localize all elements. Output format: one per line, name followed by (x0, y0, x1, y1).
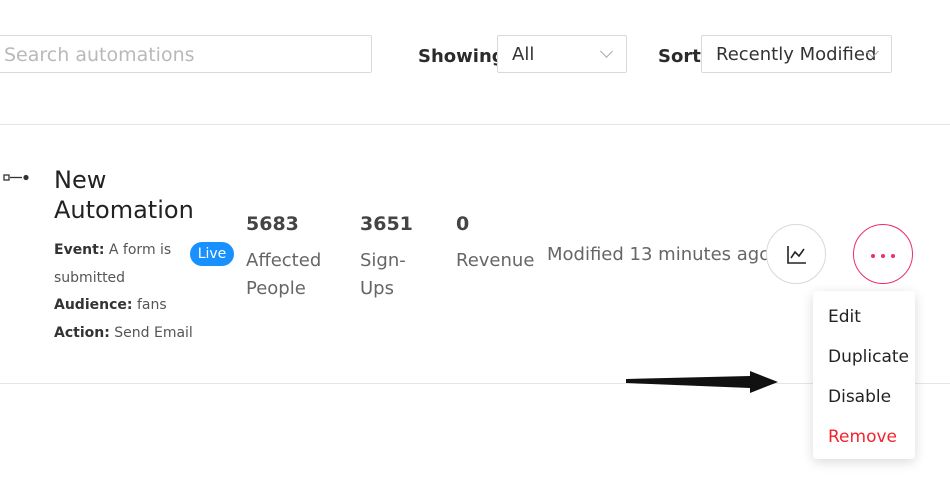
showing-select[interactable]: All (497, 35, 627, 73)
header-divider (0, 124, 950, 125)
more-options-menu: Edit Duplicate Disable Remove (813, 291, 915, 459)
stat-label: Sign- Ups (360, 247, 413, 303)
menu-item-duplicate[interactable]: Duplicate (828, 347, 909, 367)
stat-label-line: Sign- (360, 250, 406, 271)
stat-label: Revenue (456, 247, 534, 275)
stat-label-line: Ups (360, 278, 394, 299)
automation-title-line1: New (54, 166, 107, 194)
automation-title[interactable]: New Automation (54, 165, 224, 225)
more-options-button[interactable] (853, 224, 913, 284)
annotation-arrow-icon (626, 371, 778, 393)
showing-label: Showing (418, 46, 505, 67)
stat-signups: 3651 Sign- Ups (360, 213, 413, 303)
stat-value: 3651 (360, 213, 413, 235)
action-line: Action: Send Email (54, 325, 193, 341)
view-stats-button[interactable] (766, 224, 826, 284)
menu-item-disable[interactable]: Disable (828, 387, 891, 407)
action-label: Action: (54, 325, 110, 341)
audience-value: fans (136, 297, 167, 313)
search-input[interactable]: Search automations (0, 35, 372, 73)
event-label: Event: (54, 242, 105, 258)
action-value: Send Email (114, 325, 193, 341)
stat-value: 5683 (246, 213, 299, 235)
event-value-cont: submitted (54, 270, 126, 286)
status-badge: Live (190, 242, 234, 266)
audience-line: Audience: fans (54, 297, 167, 313)
stat-value: 0 (456, 213, 470, 235)
drag-handle-icon[interactable] (3, 173, 31, 183)
event-line: Event: A form is (54, 242, 171, 258)
automation-title-line2: Automation (54, 196, 194, 224)
sort-select[interactable]: Recently Modified (701, 35, 892, 73)
sort-label: Sort (658, 46, 701, 67)
menu-item-edit[interactable]: Edit (828, 307, 861, 327)
row-divider (0, 383, 950, 384)
menu-item-remove[interactable]: Remove (828, 427, 897, 447)
stat-revenue: 0 Revenue (456, 213, 534, 275)
stat-affected: 5683 Affected People (246, 213, 321, 303)
chevron-down-icon (600, 45, 613, 58)
chart-line-icon (787, 246, 806, 264)
audience-label: Audience: (54, 297, 133, 313)
stat-label-line: Revenue (456, 250, 535, 271)
event-value: A form is (108, 242, 172, 258)
sort-select-value: Recently Modified (716, 44, 877, 65)
event-line-cont: submitted (54, 270, 125, 286)
stat-label: Affected People (246, 247, 321, 303)
modified-timestamp: Modified 13 minutes ago (547, 244, 771, 265)
stat-label-line: People (246, 278, 306, 299)
stat-label-line: Affected (246, 250, 322, 271)
showing-select-value: All (512, 44, 535, 65)
